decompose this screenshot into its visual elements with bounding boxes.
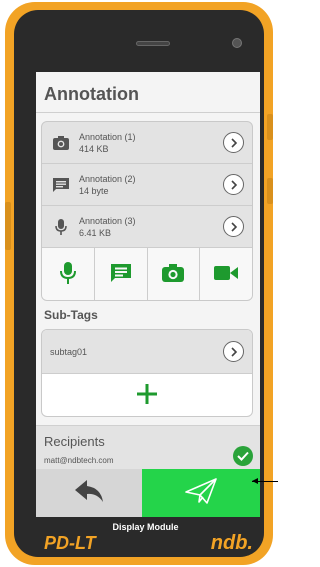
side-button — [267, 114, 273, 140]
microphone-icon — [59, 261, 76, 289]
video-icon — [214, 265, 239, 286]
annotation-size: 414 KB — [79, 144, 109, 154]
add-photo-button[interactable] — [148, 248, 201, 300]
add-audio-button[interactable] — [42, 248, 95, 300]
chevron-right-icon[interactable] — [223, 216, 244, 237]
annotation-list: Annotation (1) 414 KB Annotation (2) 14 … — [41, 121, 253, 301]
plus-icon — [137, 383, 157, 409]
back-button[interactable] — [36, 469, 142, 517]
screen: Annotation Annotation (1) 414 KB Annotat… — [36, 72, 260, 517]
add-text-button[interactable] — [95, 248, 148, 300]
front-camera — [232, 38, 242, 48]
annotation-name: Annotation (3) — [79, 216, 136, 226]
microphone-icon — [52, 218, 70, 236]
device-model-logo: PD-LT — [44, 533, 96, 553]
page-title: Annotation — [44, 84, 139, 104]
recipient-email: matt@ndbtech.com — [44, 456, 114, 465]
recipients-label: Recipients — [44, 434, 105, 449]
subtags-heading: Sub-Tags — [44, 308, 98, 322]
add-video-button[interactable] — [200, 248, 252, 300]
subtag-item[interactable]: subtag01 — [42, 330, 252, 374]
message-icon — [110, 263, 131, 287]
side-button — [5, 202, 11, 250]
paper-plane-icon — [185, 477, 217, 509]
camera-icon — [52, 134, 70, 152]
annotation-name: Annotation (2) — [79, 174, 136, 184]
subtags-list: subtag01 — [41, 329, 253, 417]
chevron-right-icon[interactable] — [223, 132, 244, 153]
divider — [36, 112, 260, 113]
annotation-item[interactable]: Annotation (3) 6.41 KB — [42, 206, 252, 248]
back-arrow-icon — [75, 479, 103, 507]
brand-logo: ndb. — [210, 532, 253, 554]
annotation-name: Annotation (1) — [79, 132, 136, 142]
bottom-action-bar — [36, 469, 260, 517]
chevron-right-icon[interactable] — [223, 174, 244, 195]
camera-icon — [162, 263, 185, 287]
annotation-toolbar — [42, 248, 252, 300]
checkmark-icon — [233, 446, 253, 466]
send-button[interactable] — [142, 469, 260, 517]
callout-arrowhead-icon — [252, 478, 258, 484]
module-label: Display Module — [112, 522, 179, 532]
annotation-item[interactable]: Annotation (1) 414 KB — [42, 122, 252, 164]
annotation-size: 6.41 KB — [79, 228, 112, 238]
annotation-size: 14 byte — [79, 186, 109, 196]
speaker-grille — [136, 41, 170, 46]
side-button — [267, 178, 273, 204]
subtag-name: subtag01 — [50, 347, 88, 357]
message-icon — [52, 176, 70, 194]
add-subtag-button[interactable] — [42, 374, 252, 416]
recipients-section[interactable]: Recipients matt@ndbtech.com — [36, 425, 260, 475]
chevron-right-icon[interactable] — [223, 341, 244, 362]
annotation-item[interactable]: Annotation (2) 14 byte — [42, 164, 252, 206]
